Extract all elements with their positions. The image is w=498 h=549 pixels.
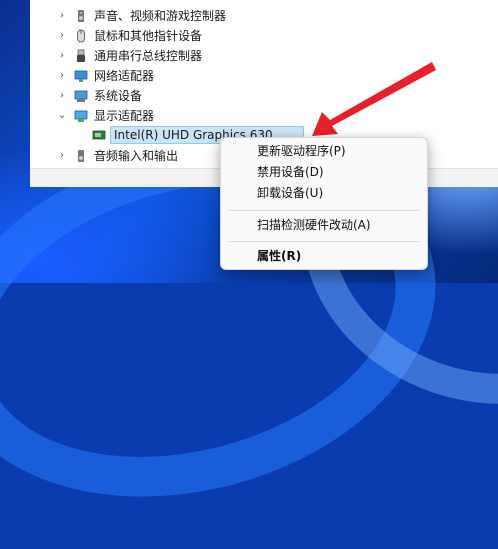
menu-item-update-driver[interactable]: 更新驱动程序(P) — [221, 141, 427, 161]
menu-item-properties[interactable]: 属性(R) — [221, 246, 427, 266]
menu-item-uninstall-device[interactable]: 卸载设备(U) — [221, 183, 427, 203]
menu-separator — [229, 210, 419, 211]
menu-separator — [229, 241, 419, 242]
context-menu: 更新驱动程序(P) 禁用设备(D) 卸载设备(U) 扫描检测硬件改动(A) 属性… — [220, 137, 428, 270]
menu-item-disable-device[interactable]: 禁用设备(D) — [221, 162, 427, 182]
menu-item-scan-hardware-changes[interactable]: 扫描检测硬件改动(A) — [221, 215, 427, 235]
